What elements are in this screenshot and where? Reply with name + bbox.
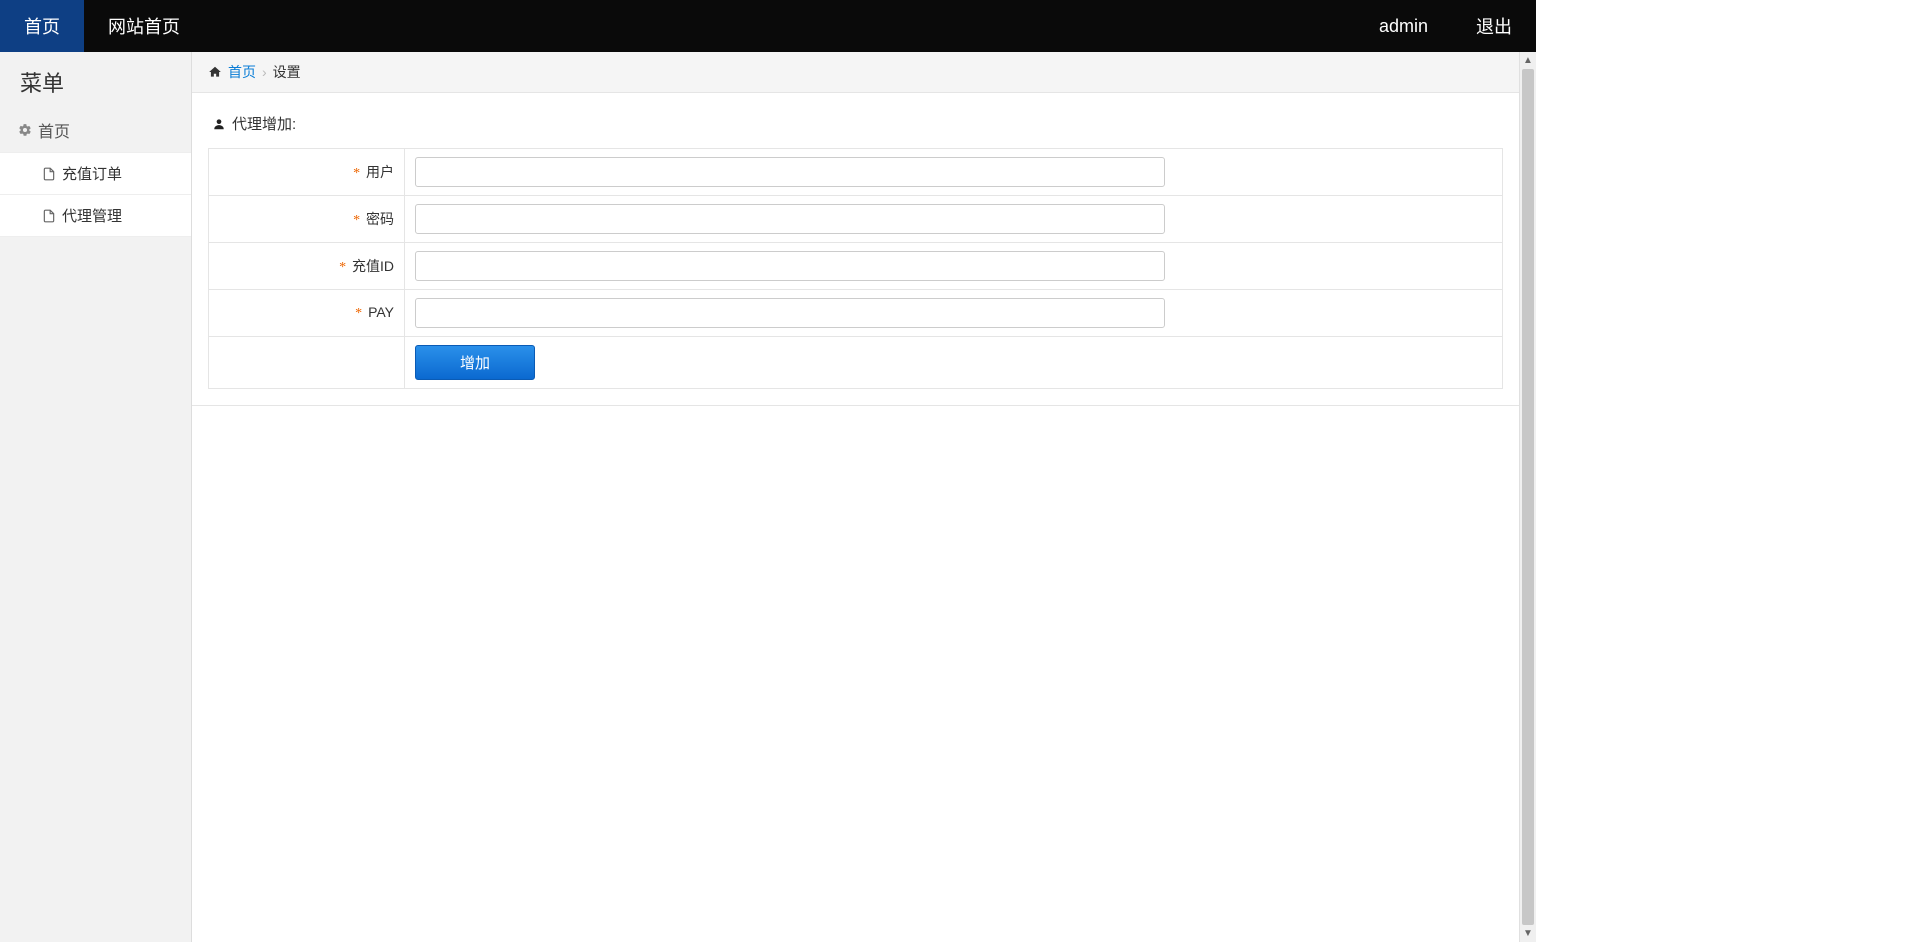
- nav-link-site-home[interactable]: 网站首页: [84, 0, 204, 52]
- breadcrumb-separator: ›: [262, 64, 267, 80]
- gear-icon: [18, 123, 32, 137]
- required-mark: *: [353, 213, 360, 228]
- nav-logout-label: 退出: [1476, 13, 1512, 39]
- sidebar-item-label: 充值订单: [62, 163, 122, 184]
- agent-add-form: * 用户 * 密码: [208, 148, 1503, 389]
- field-label-pay: PAY: [368, 304, 394, 320]
- scrollbar-track[interactable]: [1520, 69, 1536, 925]
- sidebar-title: 菜单: [0, 52, 191, 108]
- required-mark: *: [355, 306, 362, 321]
- sidebar-item-label: 代理管理: [62, 205, 122, 226]
- sidebar: 菜单 首页 充值订单 代理管理: [0, 52, 192, 942]
- add-button[interactable]: 增加: [415, 345, 535, 380]
- sidebar-group-home-label: 首页: [38, 118, 70, 142]
- field-label-password: 密码: [366, 211, 394, 227]
- breadcrumb-home-link[interactable]: 首页: [228, 62, 256, 82]
- breadcrumb: 首页 › 设置: [192, 52, 1519, 93]
- recharge-id-input[interactable]: [415, 251, 1165, 281]
- file-icon: [42, 209, 56, 223]
- nav-logout[interactable]: 退出: [1452, 0, 1536, 52]
- sidebar-item-recharge-orders[interactable]: 充值订单: [0, 152, 191, 195]
- nav-tab-home-label: 首页: [24, 13, 60, 39]
- nav-tab-home[interactable]: 首页: [0, 0, 84, 52]
- field-label-user: 用户: [366, 164, 394, 180]
- sidebar-group-home[interactable]: 首页: [0, 108, 191, 152]
- user-icon: [212, 117, 226, 131]
- required-mark: *: [339, 260, 346, 275]
- required-mark: *: [353, 166, 360, 181]
- home-icon: [208, 65, 222, 79]
- file-icon: [42, 167, 56, 181]
- panel-title: 代理增加:: [208, 109, 1503, 148]
- main-content: 首页 › 设置 代理增加: * 用户: [192, 52, 1519, 942]
- top-navbar: 首页 网站首页 admin 退出: [0, 0, 1536, 52]
- user-input[interactable]: [415, 157, 1165, 187]
- breadcrumb-current: 设置: [273, 62, 301, 82]
- vertical-scrollbar[interactable]: ▲ ▼: [1519, 52, 1536, 942]
- panel-title-text: 代理增加:: [232, 113, 296, 134]
- scrollbar-thumb[interactable]: [1522, 69, 1534, 925]
- password-input[interactable]: [415, 204, 1165, 234]
- nav-user[interactable]: admin: [1355, 0, 1452, 52]
- scrollbar-down-arrow[interactable]: ▼: [1520, 925, 1536, 942]
- nav-user-label: admin: [1379, 16, 1428, 37]
- nav-link-site-home-label: 网站首页: [108, 13, 180, 39]
- field-label-recharge-id: 充值ID: [352, 258, 394, 274]
- scrollbar-up-arrow[interactable]: ▲: [1520, 52, 1536, 69]
- add-button-label: 增加: [460, 355, 490, 372]
- sidebar-item-agent-manage[interactable]: 代理管理: [0, 195, 191, 237]
- pay-input[interactable]: [415, 298, 1165, 328]
- form-panel: 代理增加: * 用户 *: [192, 93, 1519, 406]
